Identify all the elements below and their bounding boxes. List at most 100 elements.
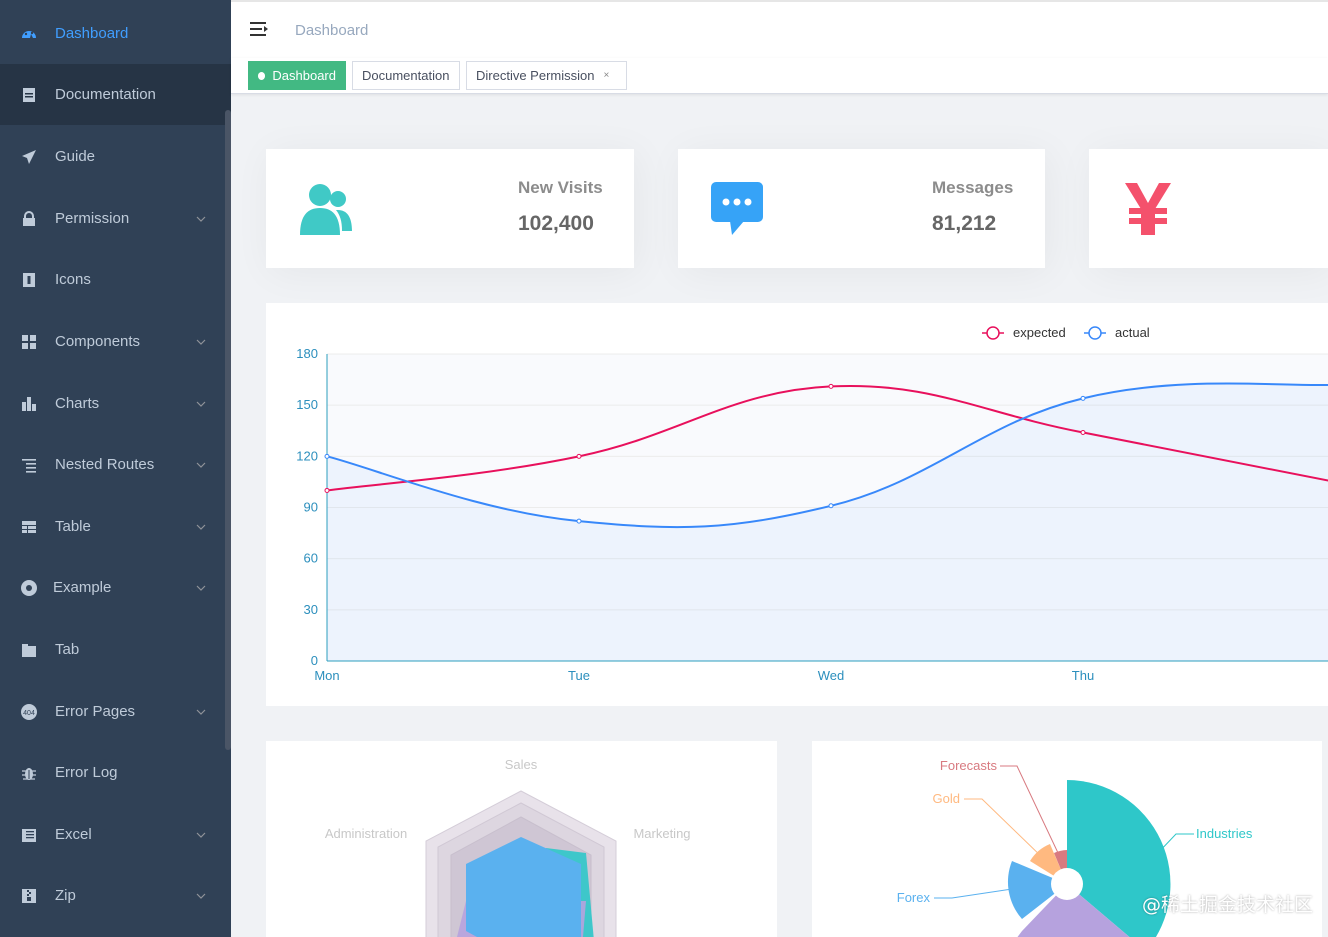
radar-chart-card: Sales Administration Marketing bbox=[266, 741, 777, 937]
pie-label-forex: Forex bbox=[897, 890, 931, 905]
dashboard-icon bbox=[20, 25, 38, 43]
pie-center-hole bbox=[1051, 868, 1083, 900]
breadcrumb: Dashboard bbox=[295, 22, 369, 39]
y-tick-label: 120 bbox=[296, 448, 318, 463]
panel-value: 81,212 bbox=[932, 212, 997, 235]
sidebar-item-label: Nested Routes bbox=[55, 456, 155, 473]
data-point-actual bbox=[828, 503, 834, 509]
sidebar-scrollbar[interactable] bbox=[225, 110, 231, 750]
sidebar-item-label: Excel bbox=[55, 826, 92, 843]
chevron-down-icon bbox=[196, 893, 206, 899]
sidebar-item-table[interactable]: Table bbox=[0, 496, 231, 557]
label-line-forex bbox=[934, 888, 1013, 899]
table-icon bbox=[20, 518, 38, 536]
x-tick-label: Thu bbox=[1072, 668, 1094, 683]
sidebar-item-nested-routes[interactable]: Nested Routes bbox=[0, 434, 231, 495]
y-tick-label: 60 bbox=[304, 551, 318, 566]
sidebar-item-label: Icons bbox=[55, 271, 91, 288]
sidebar-item-error-log[interactable]: Error Log bbox=[0, 742, 231, 803]
sidebar-item-components[interactable]: Components bbox=[0, 311, 231, 372]
sidebar-item-label: Permission bbox=[55, 210, 130, 227]
money-icon bbox=[1125, 183, 1171, 235]
y-tick-label: 0 bbox=[311, 653, 318, 668]
tag-label: Dashboard bbox=[272, 68, 336, 83]
sidebar-item-documentation[interactable]: Documentation bbox=[0, 64, 231, 125]
x-tick-label: Tue bbox=[568, 668, 590, 683]
y-tick-label: 30 bbox=[304, 602, 318, 617]
nested-icon bbox=[20, 456, 38, 474]
tags-view: Dashboard Documentation Directive Permis… bbox=[231, 58, 1328, 94]
data-point-actual bbox=[1080, 395, 1086, 401]
radar-indicator-sales: Sales bbox=[505, 757, 538, 772]
tag-directive-permission[interactable]: Directive Permission × bbox=[466, 61, 627, 90]
pie-label-forecasts: Forecasts bbox=[940, 758, 998, 773]
bug-icon bbox=[20, 764, 38, 782]
sidebar-item-guide[interactable]: Guide bbox=[0, 126, 231, 187]
sidebar-item-tab[interactable]: Tab bbox=[0, 619, 231, 680]
label-line-gold bbox=[964, 798, 1047, 862]
panel-new-visits[interactable]: New Visits 102,400 bbox=[266, 149, 634, 268]
data-point-expected bbox=[828, 383, 834, 389]
pie-label-gold: Gold bbox=[933, 791, 960, 806]
sidebar-item-example[interactable]: Example bbox=[0, 557, 231, 618]
sidebar-item-label: Tab bbox=[55, 641, 80, 658]
line-chart-card: 0 30 60 90 120 150 180 Mon Tue Wed Thu expected ac… bbox=[266, 303, 1328, 706]
message-icon bbox=[711, 182, 763, 235]
close-icon[interactable]: × bbox=[603, 70, 609, 81]
guide-icon bbox=[20, 148, 38, 166]
sidebar-item-error-pages[interactable]: 404 Error Pages bbox=[0, 681, 231, 742]
tab-icon bbox=[20, 641, 38, 659]
svg-text:404: 404 bbox=[23, 710, 35, 717]
x-tick-label: Wed bbox=[818, 668, 845, 683]
sidebar-item-icons[interactable]: Icons bbox=[0, 249, 231, 310]
sidebar-item-label: Error Pages bbox=[55, 703, 136, 720]
data-point-expected bbox=[576, 453, 582, 459]
icons-icon bbox=[20, 271, 38, 289]
sidebar: Dashboard Documentation Guide Permission… bbox=[0, 0, 231, 937]
tag-label: Directive Permission bbox=[476, 68, 595, 83]
panel-title: Messages bbox=[932, 178, 1014, 197]
hamburger-icon[interactable] bbox=[249, 18, 271, 40]
sidebar-item-zip[interactable]: Zip bbox=[0, 865, 231, 926]
sidebar-item-label: Dashboard bbox=[55, 25, 129, 42]
radar-indicator-marketing: Marketing bbox=[633, 826, 690, 841]
chevron-down-icon bbox=[196, 216, 206, 222]
tag-label: Documentation bbox=[362, 68, 450, 83]
sidebar-item-label: Example bbox=[53, 579, 112, 596]
chevron-down-icon bbox=[196, 832, 206, 838]
components-icon bbox=[20, 333, 38, 351]
sidebar-item-excel[interactable]: Excel bbox=[0, 804, 231, 865]
chevron-down-icon bbox=[196, 401, 206, 407]
y-tick-label: 150 bbox=[296, 397, 318, 412]
label-line-forecasts bbox=[1000, 765, 1060, 856]
y-tick-label: 90 bbox=[304, 500, 318, 515]
chevron-down-icon bbox=[196, 709, 206, 715]
chevron-down-icon bbox=[196, 524, 206, 530]
sidebar-item-charts[interactable]: Charts bbox=[0, 373, 231, 434]
panel-value: 102,400 bbox=[518, 212, 594, 235]
sidebar-item-dashboard[interactable]: Dashboard bbox=[0, 3, 231, 64]
tag-documentation[interactable]: Documentation bbox=[352, 61, 460, 90]
navbar: Dashboard bbox=[231, 0, 1328, 58]
chart-icon bbox=[20, 395, 38, 413]
legend-marker-actual bbox=[1088, 326, 1102, 340]
pie-label-industries: Industries bbox=[1196, 826, 1253, 841]
panel-title: New Visits bbox=[518, 178, 603, 197]
sidebar-item-label: Charts bbox=[55, 395, 100, 412]
sidebar-item-permission[interactable]: Permission bbox=[0, 188, 231, 249]
y-tick-label: 180 bbox=[296, 346, 318, 361]
404-icon: 404 bbox=[20, 703, 38, 721]
panel-purchases[interactable] bbox=[1089, 149, 1328, 268]
line-chart: 0 30 60 90 120 150 180 Mon Tue Wed Thu expected ac… bbox=[296, 325, 1328, 683]
excel-icon bbox=[20, 826, 38, 844]
data-point-expected bbox=[324, 487, 330, 493]
sidebar-item-label: Table bbox=[55, 518, 91, 535]
radar-indicator-administration: Administration bbox=[325, 826, 407, 841]
legend-label-expected: expected bbox=[1013, 325, 1066, 340]
panel-messages[interactable]: Messages 81,212 bbox=[678, 149, 1045, 268]
chevron-down-icon bbox=[196, 339, 206, 345]
tag-dashboard[interactable]: Dashboard bbox=[248, 61, 346, 90]
peoples-icon bbox=[300, 184, 352, 235]
example-icon bbox=[20, 579, 38, 597]
chevron-down-icon bbox=[196, 462, 206, 468]
